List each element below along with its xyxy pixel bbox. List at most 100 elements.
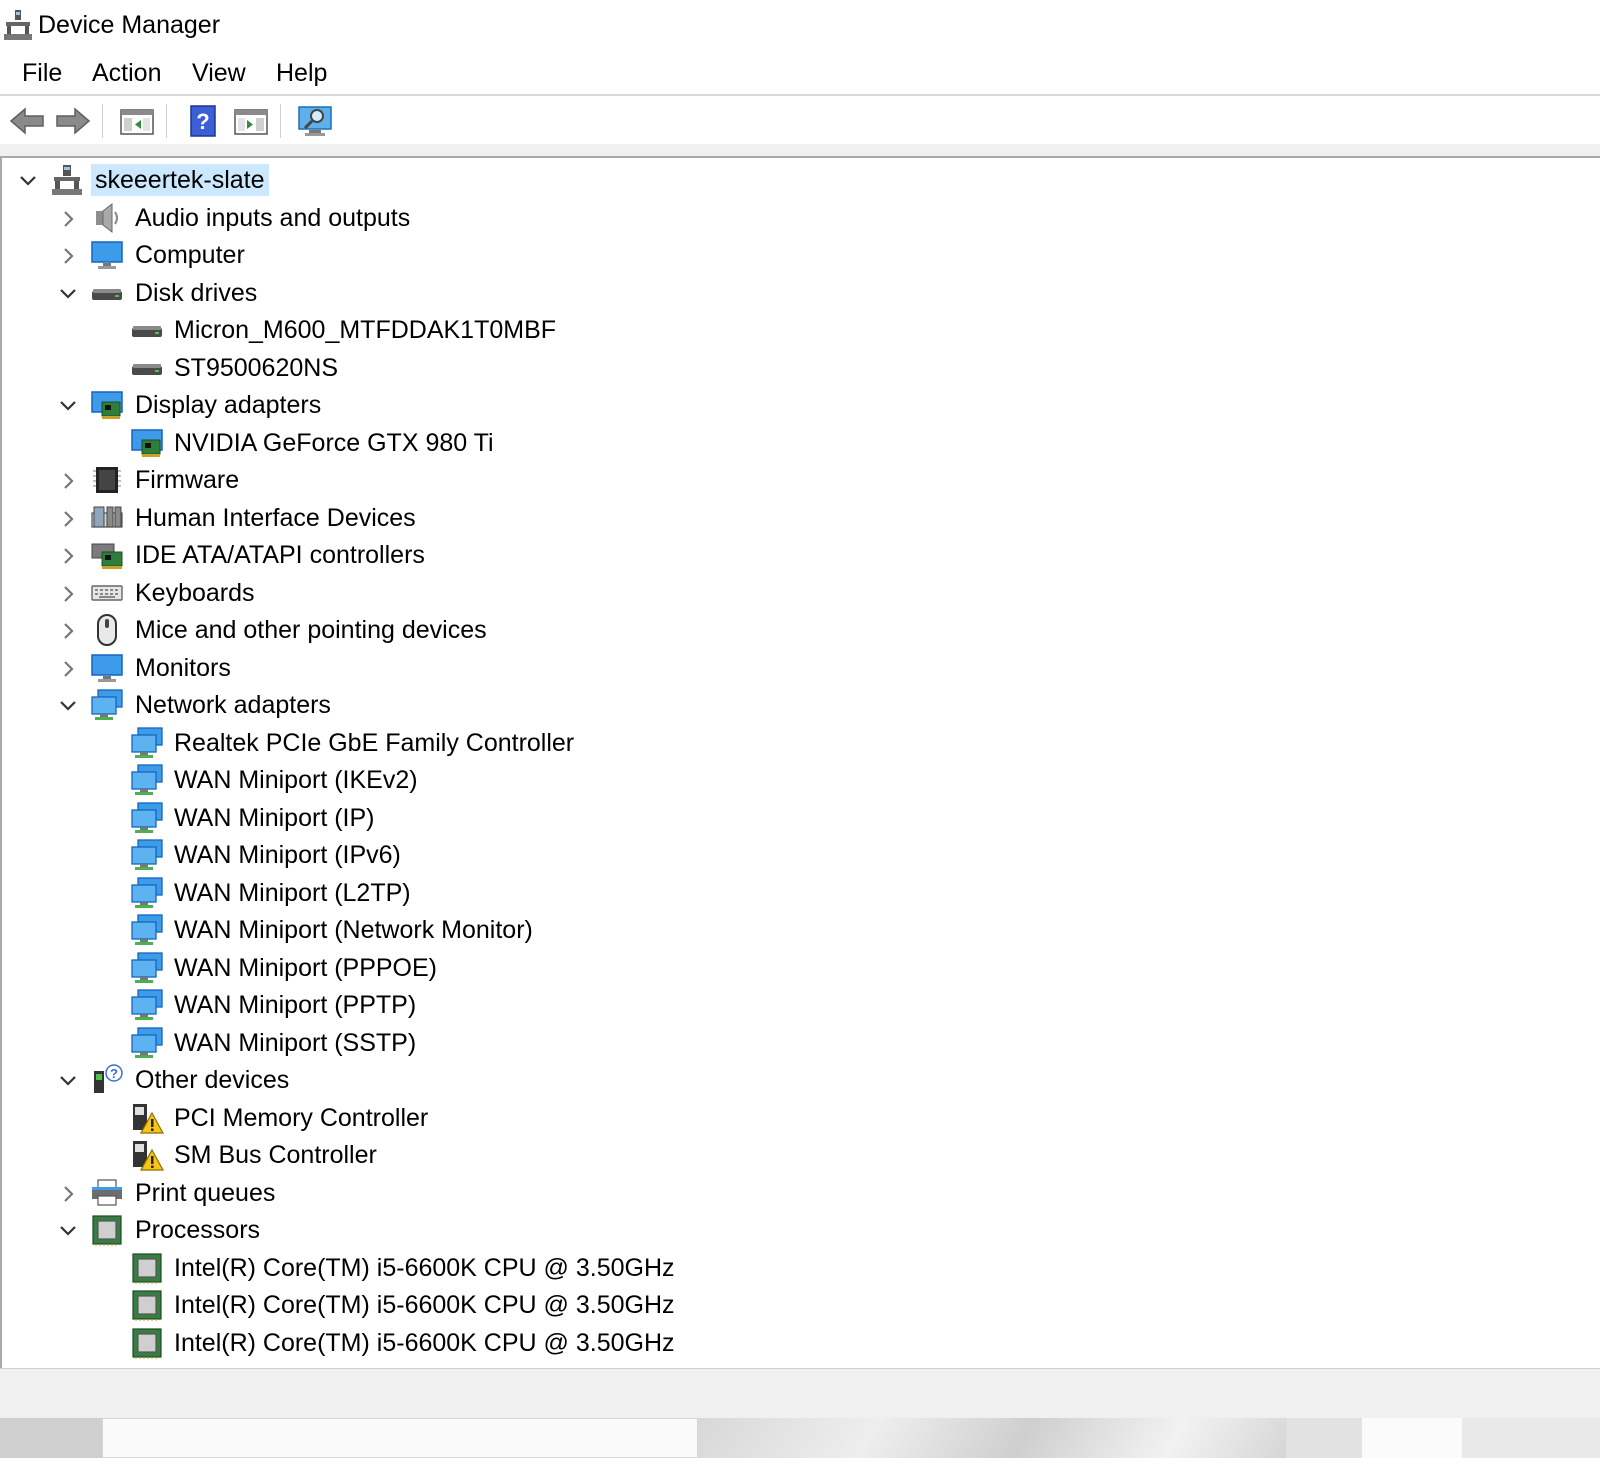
tree-item-label[interactable]: Print queues <box>135 1177 275 1209</box>
menu-action[interactable]: Action <box>90 57 163 89</box>
tree-item-label[interactable]: Intel(R) Core(TM) i5-6600K CPU @ 3.50GHz <box>174 1289 675 1321</box>
tree-item-label[interactable]: Monitors <box>135 652 231 684</box>
tree-item-label[interactable]: Computer <box>135 239 245 271</box>
tree-item-label[interactable]: WAN Miniport (IPv6) <box>174 839 401 871</box>
svg-text:?: ? <box>110 1066 118 1081</box>
tree-item-label[interactable]: Intel(R) Core(TM) i5-6600K CPU @ 3.50GHz <box>174 1327 675 1359</box>
menu-file[interactable]: File <box>20 57 64 89</box>
network-adapter-icon <box>131 914 163 945</box>
tree-category-row[interactable]: Processors <box>2 1212 1598 1249</box>
tree-item-label[interactable]: WAN Miniport (IKEv2) <box>174 764 418 796</box>
tree-category-row[interactable]: Monitors <box>2 650 1598 687</box>
processor-icon <box>132 1327 162 1359</box>
tree-device-row[interactable]: Intel(R) Core(TM) i5-6600K CPU @ 3.50GHz <box>2 1250 1598 1287</box>
tree-item-label[interactable]: ST9500620NS <box>174 352 338 384</box>
tree-item-label[interactable]: WAN Miniport (SSTP) <box>174 1027 416 1059</box>
tree-item-label[interactable]: Disk drives <box>135 277 257 309</box>
chevron-down-icon[interactable] <box>58 284 78 304</box>
menu-help[interactable]: Help <box>274 57 329 89</box>
tree-device-row[interactable]: WAN Miniport (SSTP) <box>2 1025 1598 1062</box>
tree-item-label[interactable]: Micron_M600_MTFDDAK1T0MBF <box>174 314 556 346</box>
help-button[interactable]: ? <box>184 102 222 140</box>
show-hide-console-tree-button[interactable] <box>118 102 156 140</box>
processor-icon <box>92 1215 122 1246</box>
tree-item-label[interactable]: PCI Memory Controller <box>174 1102 428 1134</box>
tree-category-row[interactable]: Mice and other pointing devices <box>2 612 1598 649</box>
tree-device-row[interactable]: WAN Miniport (Network Monitor) <box>2 912 1598 949</box>
chevron-right-icon[interactable] <box>58 546 78 566</box>
tree-category-row[interactable]: IDE ATA/ATAPI controllers <box>2 537 1598 574</box>
scan-hardware-changes-button[interactable] <box>296 102 334 140</box>
help-icon: ? <box>190 105 216 137</box>
tree-category-row[interactable]: ? Other devices <box>2 1062 1598 1099</box>
chevron-right-icon[interactable] <box>58 209 78 229</box>
show-hide-action-pane-button[interactable] <box>232 102 270 140</box>
tree-root-label[interactable]: skeeertek-slate <box>91 164 269 196</box>
tree-device-row[interactable]: WAN Miniport (IKEv2) <box>2 762 1598 799</box>
taskbar-segment <box>1286 1418 1362 1458</box>
tree-item-label[interactable]: NVIDIA GeForce GTX 980 Ti <box>174 427 494 459</box>
chevron-right-icon[interactable] <box>58 659 78 679</box>
tree-category-row[interactable]: Network adapters <box>2 687 1598 724</box>
chevron-right-icon[interactable] <box>58 509 78 529</box>
tree-category-row[interactable]: Audio inputs and outputs <box>2 200 1598 237</box>
tree-category-row[interactable]: Display adapters <box>2 387 1598 424</box>
tree-item-label[interactable]: WAN Miniport (IP) <box>174 802 374 834</box>
tree-item-label[interactable]: IDE ATA/ATAPI controllers <box>135 539 425 571</box>
tree-device-row[interactable]: PCI Memory Controller <box>2 1100 1598 1137</box>
disk-drive-icon <box>132 326 162 337</box>
menu-view[interactable]: View <box>190 57 248 89</box>
chevron-right-icon[interactable] <box>58 246 78 266</box>
tree-category-row[interactable]: Keyboards <box>2 575 1598 612</box>
tree-item-label[interactable]: WAN Miniport (Network Monitor) <box>174 914 533 946</box>
tree-device-row[interactable]: Micron_M600_MTFDDAK1T0MBF <box>2 312 1598 349</box>
tree-category-row[interactable]: Computer <box>2 237 1598 274</box>
network-adapter-icon <box>91 689 123 720</box>
tree-device-row[interactable]: WAN Miniport (PPPOE) <box>2 950 1598 987</box>
computer-network-icon <box>52 165 82 195</box>
tree-item-label[interactable]: Network adapters <box>135 689 331 721</box>
tree-category-row[interactable]: Disk drives <box>2 275 1598 312</box>
chevron-down-icon[interactable] <box>58 1221 78 1241</box>
tree-item-label[interactable]: Display adapters <box>135 389 321 421</box>
tree-item-label[interactable]: Keyboards <box>135 577 255 609</box>
tree-item-label[interactable]: SM Bus Controller <box>174 1139 377 1171</box>
tree-category-row[interactable]: Print queues <box>2 1175 1598 1212</box>
tree-item-label[interactable]: Human Interface Devices <box>135 502 416 534</box>
tree-device-row[interactable]: WAN Miniport (IP) <box>2 800 1598 837</box>
tree-device-row[interactable]: NVIDIA GeForce GTX 980 Ti <box>2 425 1598 462</box>
tree-device-row[interactable]: ST9500620NS <box>2 350 1598 387</box>
tree-item-label[interactable]: WAN Miniport (PPPOE) <box>174 952 437 984</box>
chevron-right-icon[interactable] <box>58 471 78 491</box>
chevron-right-icon[interactable] <box>58 584 78 604</box>
chevron-right-icon[interactable] <box>58 621 78 641</box>
device-tree[interactable]: skeeertek-slate Audio inputs and outputs… <box>0 156 1600 1368</box>
tree-item-label[interactable]: Processors <box>135 1214 260 1246</box>
tree-device-row[interactable]: Realtek PCIe GbE Family Controller <box>2 725 1598 762</box>
tree-item-label[interactable]: Firmware <box>135 464 239 496</box>
tree-item-label[interactable]: Realtek PCIe GbE Family Controller <box>174 727 574 759</box>
tree-category-row[interactable]: Human Interface Devices <box>2 500 1598 537</box>
back-button[interactable] <box>8 102 46 140</box>
tree-item-label[interactable]: Audio inputs and outputs <box>135 202 410 234</box>
tree-device-row[interactable]: Intel(R) Core(TM) i5-6600K CPU @ 3.50GHz <box>2 1287 1598 1324</box>
tree-device-row[interactable]: WAN Miniport (L2TP) <box>2 875 1598 912</box>
network-adapter-icon <box>131 839 163 870</box>
tree-item-label[interactable]: Mice and other pointing devices <box>135 614 487 646</box>
tree-category-row[interactable]: Firmware <box>2 462 1598 499</box>
tree-item-label[interactable]: WAN Miniport (L2TP) <box>174 877 411 909</box>
chevron-right-icon[interactable] <box>58 1184 78 1204</box>
chevron-down-icon[interactable] <box>58 696 78 716</box>
forward-button[interactable] <box>54 102 92 140</box>
chevron-down-icon[interactable] <box>58 396 78 416</box>
tree-item-label[interactable]: WAN Miniport (PPTP) <box>174 989 416 1021</box>
tree-root[interactable]: skeeertek-slate <box>2 162 1598 199</box>
tree-device-row[interactable]: WAN Miniport (IPv6) <box>2 837 1598 874</box>
tree-device-row[interactable]: Intel(R) Core(TM) i5-6600K CPU @ 3.50GHz <box>2 1325 1598 1362</box>
chevron-down-icon[interactable] <box>18 171 38 191</box>
chevron-down-icon[interactable] <box>58 1071 78 1091</box>
tree-device-row[interactable]: SM Bus Controller <box>2 1137 1598 1174</box>
tree-item-label[interactable]: Other devices <box>135 1064 289 1096</box>
tree-item-label[interactable]: Intel(R) Core(TM) i5-6600K CPU @ 3.50GHz <box>174 1252 675 1284</box>
tree-device-row[interactable]: WAN Miniport (PPTP) <box>2 987 1598 1024</box>
